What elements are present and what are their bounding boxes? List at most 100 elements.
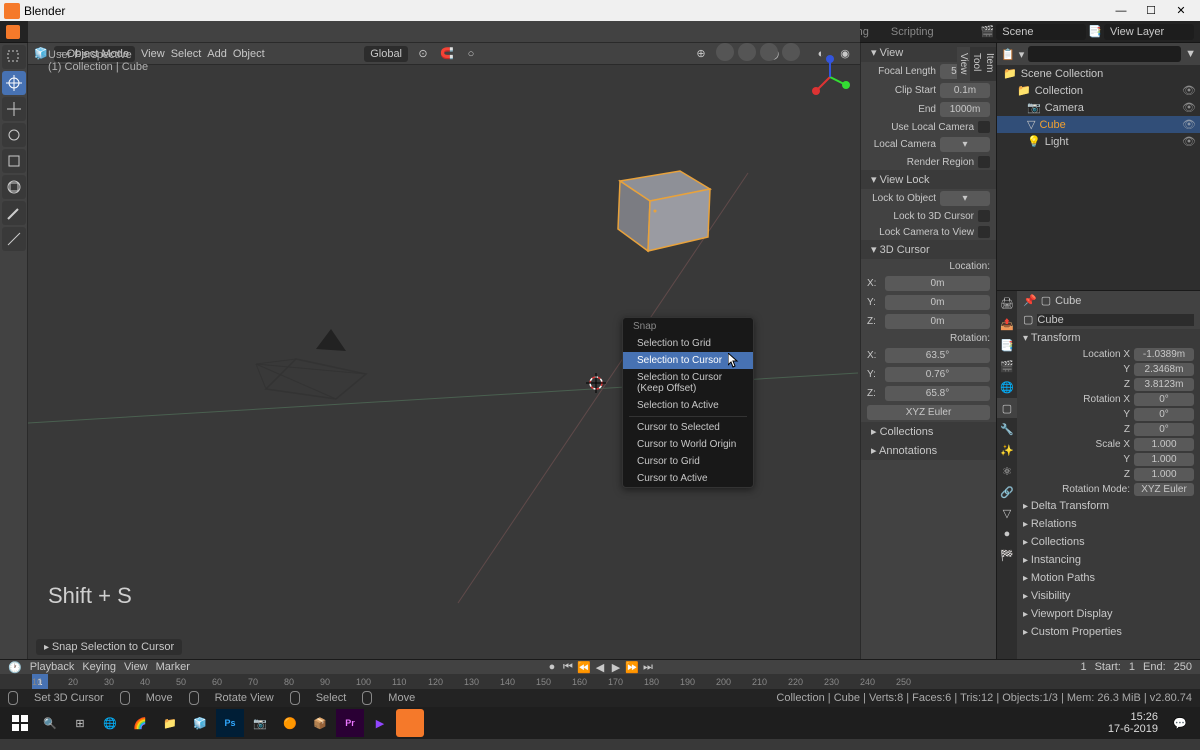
- outliner-collection[interactable]: 📁Collection 👁: [997, 82, 1200, 99]
- scale-y-field[interactable]: 1.000: [1134, 453, 1194, 466]
- rot-y-field[interactable]: 0°: [1134, 408, 1194, 421]
- custom-props-section[interactable]: ▸ Custom Properties: [1017, 623, 1200, 641]
- local-cam-checkbox[interactable]: [978, 121, 990, 133]
- ortho-toggle-icon[interactable]: [782, 43, 800, 61]
- gizmo-toggle-icon[interactable]: ⊕: [692, 45, 710, 63]
- outliner-cube[interactable]: ▽Cube 👁: [997, 116, 1200, 133]
- vtab-view[interactable]: View: [957, 47, 970, 81]
- viewport-3d[interactable]: 🧊 ▫ Object Mode View Select Add Object G…: [28, 43, 860, 659]
- explorer-icon[interactable]: 📁: [156, 709, 184, 737]
- prop-tab-world[interactable]: 🌐: [997, 377, 1017, 397]
- viewport-display-section[interactable]: ▸ Viewport Display: [1017, 605, 1200, 623]
- prop-tab-constraint[interactable]: 🔗: [997, 482, 1017, 502]
- vtab-tool[interactable]: Tool: [970, 47, 983, 81]
- snap-sel-to-grid[interactable]: Selection to Grid: [623, 335, 753, 352]
- cursor-y-field[interactable]: 0m: [885, 295, 990, 310]
- eye-icon[interactable]: 👁: [1182, 135, 1196, 148]
- visibility-section[interactable]: ▸ Visibility: [1017, 587, 1200, 605]
- clip-start-field[interactable]: 0.1m: [940, 83, 990, 98]
- jump-next-icon[interactable]: ⏩: [625, 661, 639, 673]
- prop-tab-viewlayer[interactable]: 📑: [997, 335, 1017, 355]
- maximize-button[interactable]: ☐: [1136, 0, 1166, 21]
- marker-menu[interactable]: Marker: [156, 661, 190, 673]
- timeline-ruler[interactable]: 1 10203040506070809010011012013014015016…: [0, 674, 1200, 689]
- prop-tab-render[interactable]: 🖨: [997, 293, 1017, 313]
- zoom-icon[interactable]: [716, 43, 734, 61]
- tool-scale[interactable]: [2, 149, 26, 173]
- transform-section[interactable]: ▾ Transform: [1017, 329, 1200, 347]
- start-button[interactable]: [6, 709, 34, 737]
- local-camera-field[interactable]: ▾: [940, 137, 990, 152]
- autokey-icon[interactable]: ●: [545, 661, 559, 673]
- cursor-ry-field[interactable]: 0.76°: [885, 367, 990, 382]
- lock-obj-field[interactable]: ▾: [940, 191, 990, 206]
- last-operator-box[interactable]: ▸ Snap Selection to Cursor: [36, 639, 182, 655]
- system-clock[interactable]: 15:26 17-6-2019: [1108, 711, 1164, 735]
- start-frame-field[interactable]: 1: [1129, 661, 1135, 673]
- prop-tab-modifier[interactable]: 🔧: [997, 419, 1017, 439]
- timeline-editor-icon[interactable]: 🕐: [8, 661, 22, 674]
- blender-taskbar-icon[interactable]: [396, 709, 424, 737]
- display-mode-icon[interactable]: ▾: [1019, 48, 1025, 61]
- vtab-item[interactable]: Item: [983, 47, 996, 81]
- tool-move[interactable]: [2, 97, 26, 121]
- notifications-icon[interactable]: 💬: [1166, 709, 1194, 737]
- snap-sel-to-active[interactable]: Selection to Active: [623, 397, 753, 414]
- tool-transform[interactable]: [2, 175, 26, 199]
- instancing-section[interactable]: ▸ Instancing: [1017, 551, 1200, 569]
- current-frame-field[interactable]: 1: [1080, 661, 1086, 673]
- view-menu-timeline[interactable]: View: [124, 661, 148, 673]
- prop-tab-scene[interactable]: 🎬: [997, 356, 1017, 376]
- edge-icon[interactable]: 🌐: [96, 709, 124, 737]
- view-layer-field[interactable]: View Layer: [1104, 24, 1194, 40]
- render-region-checkbox[interactable]: [978, 156, 990, 168]
- filter-icon[interactable]: ▼: [1185, 48, 1196, 60]
- end-frame-field[interactable]: 250: [1174, 661, 1192, 673]
- prop-tab-physics[interactable]: ⚛: [997, 461, 1017, 481]
- outliner-search[interactable]: [1028, 46, 1181, 62]
- view-lock-section-header[interactable]: ▾ View Lock: [861, 170, 996, 189]
- tool-annotate[interactable]: [2, 201, 26, 225]
- scale-x-field[interactable]: 1.000: [1134, 438, 1194, 451]
- rot-z-field[interactable]: 0°: [1134, 423, 1194, 436]
- camera-view-icon[interactable]: [760, 43, 778, 61]
- prop-tab-texture[interactable]: 🏁: [997, 545, 1017, 565]
- eye-icon[interactable]: 👁: [1182, 101, 1196, 114]
- outliner-scene-collection[interactable]: 📁Scene Collection: [997, 65, 1200, 82]
- collections-section-header[interactable]: ▸ Collections: [861, 422, 996, 441]
- eye-icon[interactable]: 👁: [1182, 84, 1196, 97]
- tool-select[interactable]: [2, 45, 26, 69]
- rotmode-dropdown[interactable]: XYZ Euler: [1134, 483, 1194, 496]
- app-icon-3[interactable]: 🟠: [276, 709, 304, 737]
- proportional-icon[interactable]: ○: [462, 45, 480, 63]
- orientation-dropdown[interactable]: Global: [364, 46, 408, 62]
- cursor-section-header[interactable]: ▾ 3D Cursor: [861, 240, 996, 259]
- keying-menu[interactable]: Keying: [82, 661, 116, 673]
- loc-x-field[interactable]: -1.0389m: [1134, 348, 1194, 361]
- prop-tab-object[interactable]: ▢: [997, 398, 1017, 418]
- cursor-z-field[interactable]: 0m: [885, 314, 990, 329]
- prop-tab-material[interactable]: ●: [997, 524, 1017, 544]
- pin-icon[interactable]: 📌: [1023, 294, 1037, 307]
- snap-cursor-origin[interactable]: Cursor to World Origin: [623, 436, 753, 453]
- tab-scripting[interactable]: Scripting: [881, 23, 944, 41]
- pan-icon[interactable]: [738, 43, 756, 61]
- collections-section[interactable]: ▸ Collections: [1017, 533, 1200, 551]
- cube-object[interactable]: [600, 151, 720, 261]
- lock-cam-checkbox[interactable]: [978, 226, 990, 238]
- tool-cursor[interactable]: [2, 71, 26, 95]
- tool-measure[interactable]: [2, 227, 26, 251]
- snap-cursor-active[interactable]: Cursor to Active: [623, 470, 753, 487]
- snap-sel-to-cursor-offset[interactable]: Selection to Cursor (Keep Offset): [623, 369, 753, 397]
- search-icon[interactable]: 🔍: [36, 709, 64, 737]
- lock-3d-checkbox[interactable]: [978, 210, 990, 222]
- play-icon[interactable]: ▶: [609, 661, 623, 673]
- prop-tab-particle[interactable]: ✨: [997, 440, 1017, 460]
- jump-end-icon[interactable]: ⏭: [641, 661, 655, 673]
- snap-cursor-grid[interactable]: Cursor to Grid: [623, 453, 753, 470]
- minimize-button[interactable]: —: [1106, 0, 1136, 21]
- app-icon[interactable]: 🧊: [186, 709, 214, 737]
- editor-type-icon[interactable]: 🧊: [34, 47, 48, 60]
- taskview-icon[interactable]: ⊞: [66, 709, 94, 737]
- playback-menu[interactable]: Playback: [30, 661, 75, 673]
